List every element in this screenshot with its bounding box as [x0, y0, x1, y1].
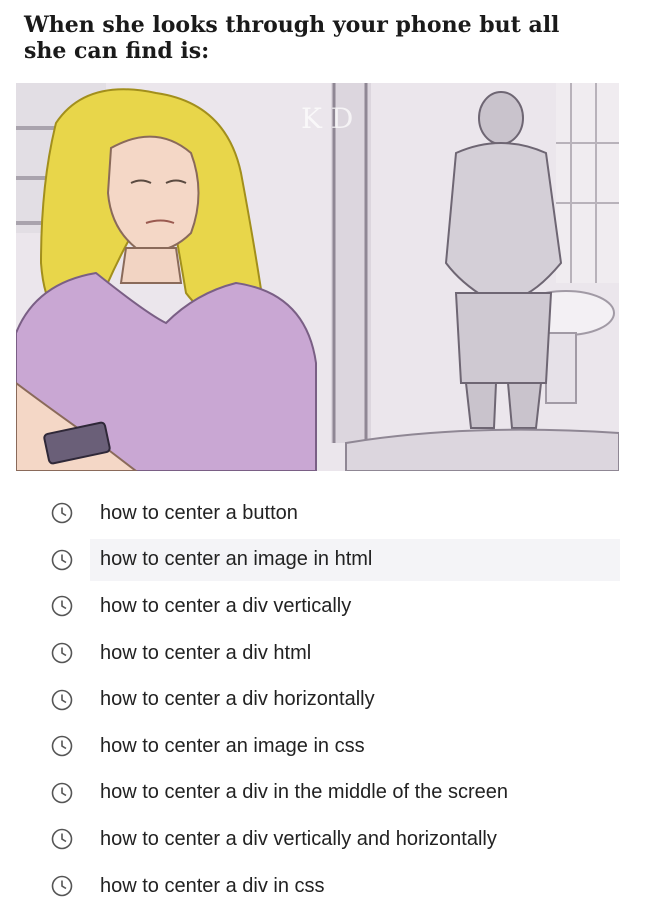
clock-icon: [51, 829, 73, 850]
clock-icon: [51, 642, 73, 664]
clock-icon: [51, 549, 73, 571]
clock-icon: [51, 689, 73, 710]
caption-line-1: When she looks through your phone but al…: [24, 12, 560, 38]
clock-icon: [51, 875, 73, 897]
history-item-label: how to center a div vertically and horiz…: [100, 827, 497, 850]
caption-line-2: she can find is:: [24, 38, 210, 64]
history-item[interactable]: how to center a div horizontally: [0, 676, 650, 723]
illustration-drawing: K D: [16, 83, 619, 471]
history-item-label: how to center a button: [100, 501, 298, 524]
history-item[interactable]: how to center a div in css: [0, 863, 650, 910]
history-item-label: how to center a div html: [100, 641, 312, 664]
history-item[interactable]: how to center an image in css: [0, 723, 650, 770]
history-item-label: how to center a div in css: [100, 874, 325, 897]
comic-illustration: K D: [16, 83, 619, 471]
history-item[interactable]: how to center a button: [0, 490, 650, 537]
history-item-label: how to center a div vertically: [100, 594, 352, 617]
history-item-label: how to center a div in the middle of the…: [100, 781, 509, 804]
search-history-list: how to center a button how to center an …: [0, 490, 650, 909]
clock-icon: [51, 782, 73, 804]
history-item[interactable]: how to center a div vertically: [0, 583, 650, 630]
clock-icon: [51, 596, 73, 617]
watermark-text: K D: [301, 102, 353, 135]
history-item[interactable]: how to center a div in the middle of the…: [0, 770, 650, 817]
meme-caption: When she looks through your phone but al…: [24, 12, 624, 64]
history-item-label: how to center a div horizontally: [100, 688, 375, 711]
history-item[interactable]: how to center a div html: [0, 630, 650, 677]
history-item[interactable]: how to center an image in html: [0, 537, 650, 584]
clock-icon: [51, 735, 73, 757]
history-item-label: how to center an image in css: [100, 734, 365, 757]
history-item-label: how to center an image in html: [100, 548, 373, 571]
clock-icon: [51, 502, 73, 524]
history-item[interactable]: how to center a div vertically and horiz…: [0, 816, 650, 863]
